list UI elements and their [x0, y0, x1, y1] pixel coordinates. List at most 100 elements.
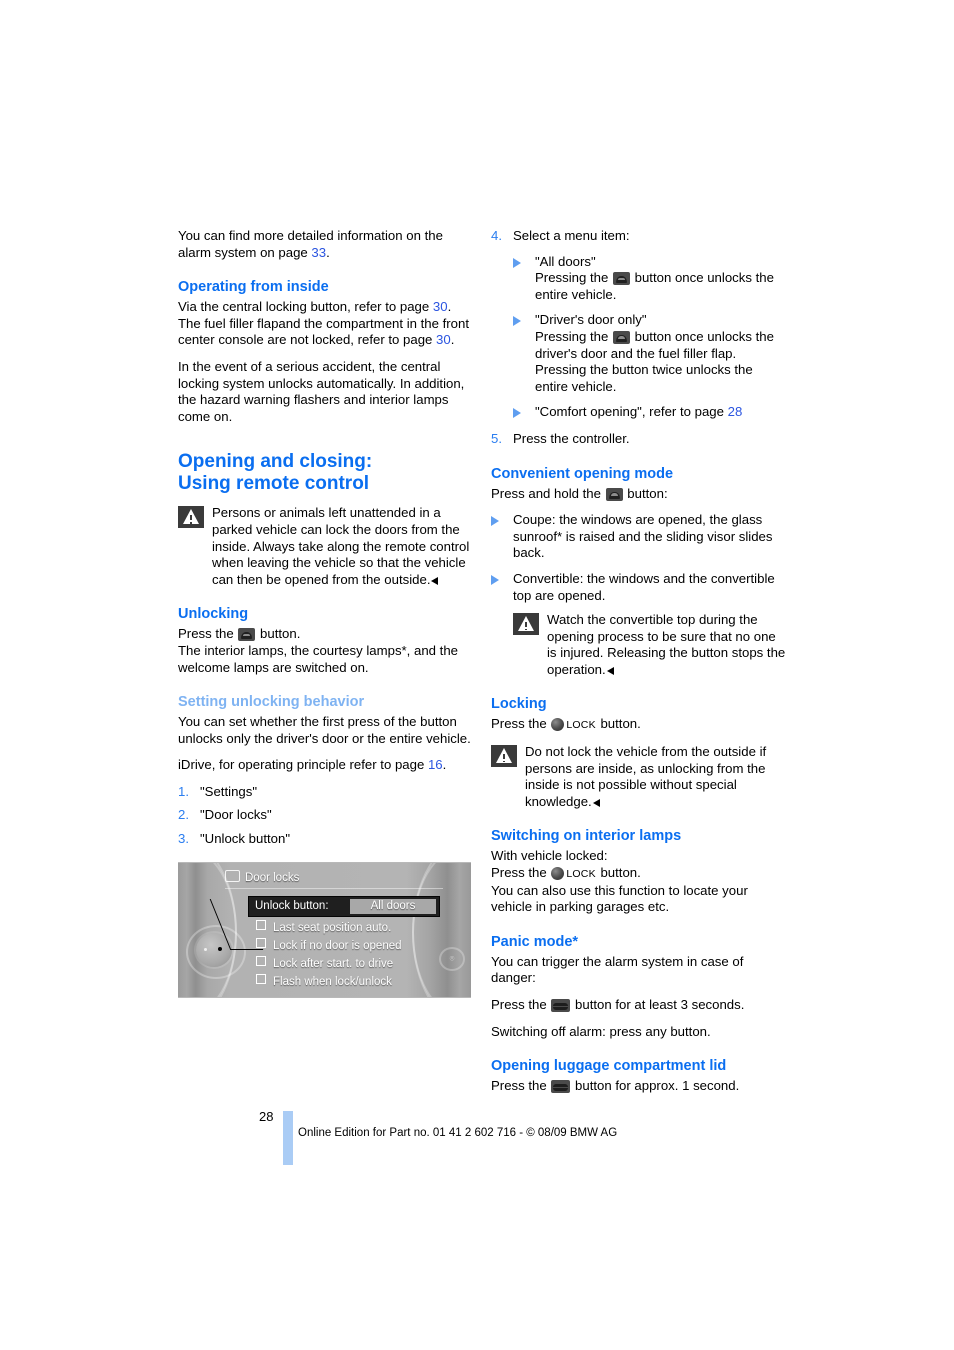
menu-item-body-a: Pressing the — [535, 328, 612, 344]
page-ref-28[interactable]: 28 — [728, 404, 743, 419]
interior-lamps-line3: You can also use this function to locate… — [491, 882, 748, 915]
heading-operating-from-inside: Operating from inside — [178, 279, 329, 296]
step-label: "Settings" — [200, 783, 258, 799]
manual-page: Opening and closing You can find more de… — [0, 0, 954, 1350]
list-item: 2. "Door locks" — [178, 807, 473, 824]
page-number: 28 — [259, 1109, 274, 1124]
step-number-4: 4. — [491, 228, 502, 243]
setting-behavior-p2: iDrive, for operating principle refer to… — [178, 757, 473, 774]
step-label: "Door locks" — [200, 807, 272, 823]
luggage-text-a: Press the — [491, 1078, 551, 1094]
checkbox-icon[interactable] — [256, 919, 266, 930]
triangle-bullet-icon — [491, 571, 513, 604]
unlocking-button-text: button. — [256, 626, 301, 642]
step-number: 2. — [178, 807, 189, 823]
idrive-option-row[interactable]: Lock after start. to drive — [256, 955, 394, 973]
right-column: 4. Select a menu item: "All doors" Press… — [491, 228, 786, 1105]
checkbox-icon[interactable] — [256, 955, 266, 966]
interior-lamps-line1: With vehicle locked: — [491, 848, 608, 864]
callout-dot — [218, 946, 222, 951]
warning-text-remote-control: Persons or animals left unattended in a … — [212, 505, 470, 587]
page-ref-16[interactable]: 16 — [428, 757, 443, 772]
unlocking-line2: The interior lamps, the courtesy lamps*,… — [178, 642, 459, 675]
idrive-option-row[interactable]: Flash when lock/unlock — [256, 973, 392, 991]
lock-button-icon — [551, 867, 565, 881]
idrive-unlock-button-value[interactable]: All doors — [350, 898, 436, 914]
footer-accent-bar — [283, 1111, 293, 1165]
idrive-option-row[interactable]: Lock if no door is opened — [256, 937, 402, 955]
end-of-warning-marker — [592, 798, 600, 807]
heading-unlocking: Unlocking — [178, 606, 249, 623]
idrive-option-label: Lock if no door is opened — [273, 939, 402, 952]
step-number-5: 5. — [491, 430, 502, 446]
panic-text-a: Press the — [491, 997, 551, 1012]
heading-setting-unlocking-behavior: Setting unlocking behavior — [178, 694, 365, 711]
ofi-text-c: . — [450, 332, 455, 348]
unlock-button-icon — [605, 487, 623, 501]
unlock-button-icon — [612, 272, 630, 286]
idrive-option-row[interactable]: Last seat position auto. — [256, 919, 392, 937]
locking-press-line: Press the LOCK button. — [491, 716, 786, 734]
setting-behavior-steps: 1. "Settings" 2. "Door locks" 3. "Unlock… — [178, 784, 473, 848]
warning-block-remote-control: Persons or animals left unattended in a … — [178, 505, 473, 588]
unlocking-press-text: Press the — [178, 626, 238, 642]
interior-lamps-text-a: Press the — [491, 865, 551, 881]
panic-mode-p3: Switching off alarm: press any button. — [491, 1023, 711, 1039]
step-number: 3. — [178, 831, 189, 847]
warning-text-convertible-top: Watch the convertible top during the ope… — [547, 612, 786, 677]
panic-mode-p1: You can trigger the alarm system in case… — [491, 953, 744, 986]
menu-item-title-a: "Comfort opening", refer to page — [535, 404, 728, 420]
convenient-opening-intro: Press and hold the button: — [491, 486, 786, 503]
idrive-option-label: Flash when lock/unlock — [273, 975, 392, 988]
trunk-button-icon — [551, 999, 571, 1012]
alarm-intro-paragraph: You can find more detailed information o… — [178, 228, 473, 261]
left-column: You can find more detailed information o… — [178, 228, 473, 998]
heading-convenient-opening-mode: Convenient opening mode — [491, 465, 674, 482]
warning-triangle-icon — [491, 745, 517, 768]
page-ref-33[interactable]: 33 — [311, 245, 326, 260]
warning-text-locking: Do not lock the vehicle from the outside… — [525, 744, 767, 809]
idrive-unlock-button-row[interactable]: Unlock button: All doors — [248, 895, 440, 917]
page-title: Opening and closing: Using remote contro… — [178, 451, 473, 495]
menu-item-all-doors: "All doors" Pressing the button once unl… — [535, 254, 786, 304]
locking-text-b: button. — [596, 716, 641, 732]
warning-block-convertible-top: Watch the convertible top during the ope… — [513, 612, 786, 678]
warning-text-wrap: Persons or animals left unattended in a … — [212, 505, 473, 588]
alarm-intro-period: . — [326, 244, 330, 260]
heading-panic-mode: Panic mode* — [491, 933, 579, 950]
step-number: 1. — [178, 783, 189, 799]
interior-lamps-line2: Press the LOCK button. — [491, 865, 786, 883]
idrive-title-bar: Door locks — [225, 869, 443, 889]
idrive-right-knob: ⌾ — [439, 946, 465, 971]
convenient-intro-b: button: — [623, 485, 668, 501]
menu-item-title: "Driver's door only" — [535, 312, 647, 328]
interior-lamps-text-b: button. — [596, 865, 641, 881]
page-title-line1: Opening and closing: — [178, 451, 373, 473]
end-of-warning-marker — [606, 666, 614, 675]
list-item: 5. Press the controller. — [491, 431, 786, 448]
list-item: "Comfort opening", refer to page 28 — [513, 404, 786, 422]
idrive-unlock-button-label: Unlock button: — [255, 899, 329, 912]
list-item: Convertible: the windows and the convert… — [491, 571, 786, 604]
menu-item-comfort-opening: "Comfort opening", refer to page 28 — [535, 404, 786, 422]
triangle-bullet-icon — [513, 312, 535, 395]
page-ref-30-a[interactable]: 30 — [433, 299, 448, 314]
idrive-door-locks-figure: ⌾ Door locks Unlock button: All doors La… — [178, 861, 471, 998]
unlocking-line1: Press the button. — [178, 626, 473, 643]
panic-text-b: button for at least 3 seconds. — [571, 997, 745, 1012]
panic-mode-p2: Press the button for at least 3 seconds. — [491, 997, 786, 1014]
idrive-option-label: Lock after start. to drive — [273, 957, 394, 970]
idrive-option-label: Last seat position auto. — [273, 921, 392, 934]
locking-text-a: Press the — [491, 716, 551, 732]
end-of-warning-marker — [431, 576, 439, 585]
checkbox-icon[interactable] — [256, 973, 266, 984]
list-item: 4. Select a menu item: — [491, 228, 786, 245]
lock-word-label: LOCK — [566, 719, 596, 732]
page-ref-30-b[interactable]: 30 — [436, 332, 451, 347]
page-title-line2: Using remote control — [178, 473, 370, 495]
list-item: Coupe: the windows are opened, the glass… — [491, 512, 786, 562]
unlock-button-icon — [238, 628, 256, 642]
list-item: 1. "Settings" — [178, 784, 473, 801]
lock-word-label: LOCK — [566, 868, 596, 881]
triangle-bullet-icon — [513, 404, 535, 422]
